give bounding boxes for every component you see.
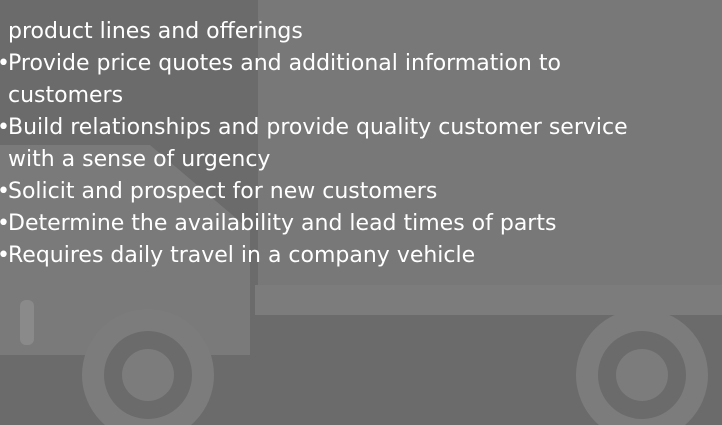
list-item-text: product lines and offerings (8, 19, 303, 44)
job-duties-panel: product lines and offerings • Provide pr… (0, 0, 722, 425)
list-item-text: Build relationships and provide quality … (8, 115, 628, 140)
list-item-text: Solicit and prospect for new customers (8, 179, 438, 204)
bullet-icon: • (0, 112, 10, 144)
cut-off-line (20, 0, 27, 10)
list-item-text: with a sense of urgency (8, 147, 271, 172)
bullet-icon: • (0, 176, 10, 208)
list-item-text: Provide price quotes and additional info… (8, 51, 561, 76)
list-item: • Build relationships and provide qualit… (0, 112, 628, 176)
list-item: • Requires daily travel in a company veh… (0, 240, 628, 272)
bullet-list: product lines and offerings • Provide pr… (0, 0, 722, 425)
list-item: • Solicit and prospect for new customers (0, 176, 628, 208)
bullet-icon: • (0, 48, 10, 80)
list-item-text: Determine the availability and lead time… (8, 211, 557, 236)
bullet-icon: • (0, 240, 10, 272)
list-item: • Provide price quotes and additional in… (0, 48, 628, 112)
bullet-icon: • (0, 208, 10, 240)
list-item-text: customers (8, 83, 124, 108)
list-item: product lines and offerings (0, 16, 628, 48)
list-item: • Determine the availability and lead ti… (0, 208, 628, 240)
list-item-text: Requires daily travel in a company vehic… (8, 243, 476, 268)
